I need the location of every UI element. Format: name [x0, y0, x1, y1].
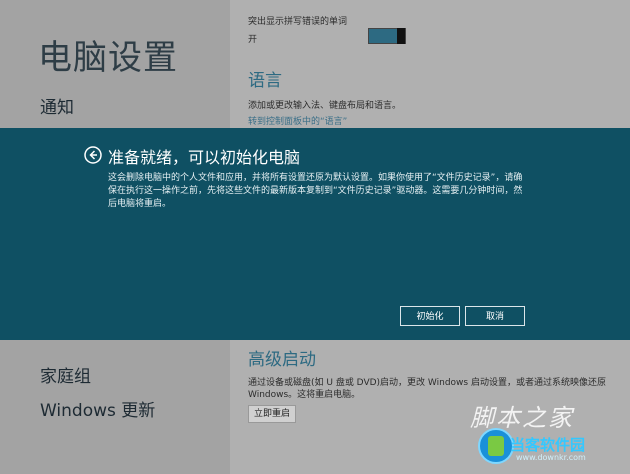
spelling-label: 突出显示拼写错误的单词	[248, 17, 348, 27]
toggle-state-label: 开	[248, 35, 258, 45]
language-desc: 添加或更改输入法、键盘布局和语言。	[248, 101, 402, 111]
cancel-button[interactable]: 取消	[465, 306, 525, 326]
initialize-button[interactable]: 初始化	[400, 306, 460, 326]
dialog-body: 这会删除电脑中的个人文件和应用，并将所有设置还原为默认设置。如果你使用了“文件历…	[108, 173, 523, 209]
language-link[interactable]: 转到控制面板中的“语言”	[248, 114, 347, 127]
restart-now-button[interactable]: 立即重启	[248, 405, 296, 423]
watermark-bottom: 当客软件园	[510, 436, 586, 454]
watermark-top: 脚本之家	[470, 404, 574, 432]
advanced-startup-heading: 高级启动	[248, 350, 316, 370]
nav-item-windows-update[interactable]: Windows 更新	[40, 396, 155, 421]
nav-item-notifications[interactable]: 通知	[40, 93, 74, 118]
spelling-toggle[interactable]	[368, 28, 406, 44]
nav-item-homegroup[interactable]: 家庭组	[40, 362, 91, 387]
language-heading: 语言	[248, 71, 282, 91]
dialog-title: 准备就绪，可以初始化电脑	[108, 148, 301, 167]
back-arrow-icon[interactable]	[84, 146, 102, 164]
site-logo-icon	[478, 428, 514, 464]
toggle-thumb	[397, 28, 405, 44]
watermark-url: www.downkr.com	[516, 453, 586, 462]
page-title: 电脑设置	[38, 38, 178, 78]
